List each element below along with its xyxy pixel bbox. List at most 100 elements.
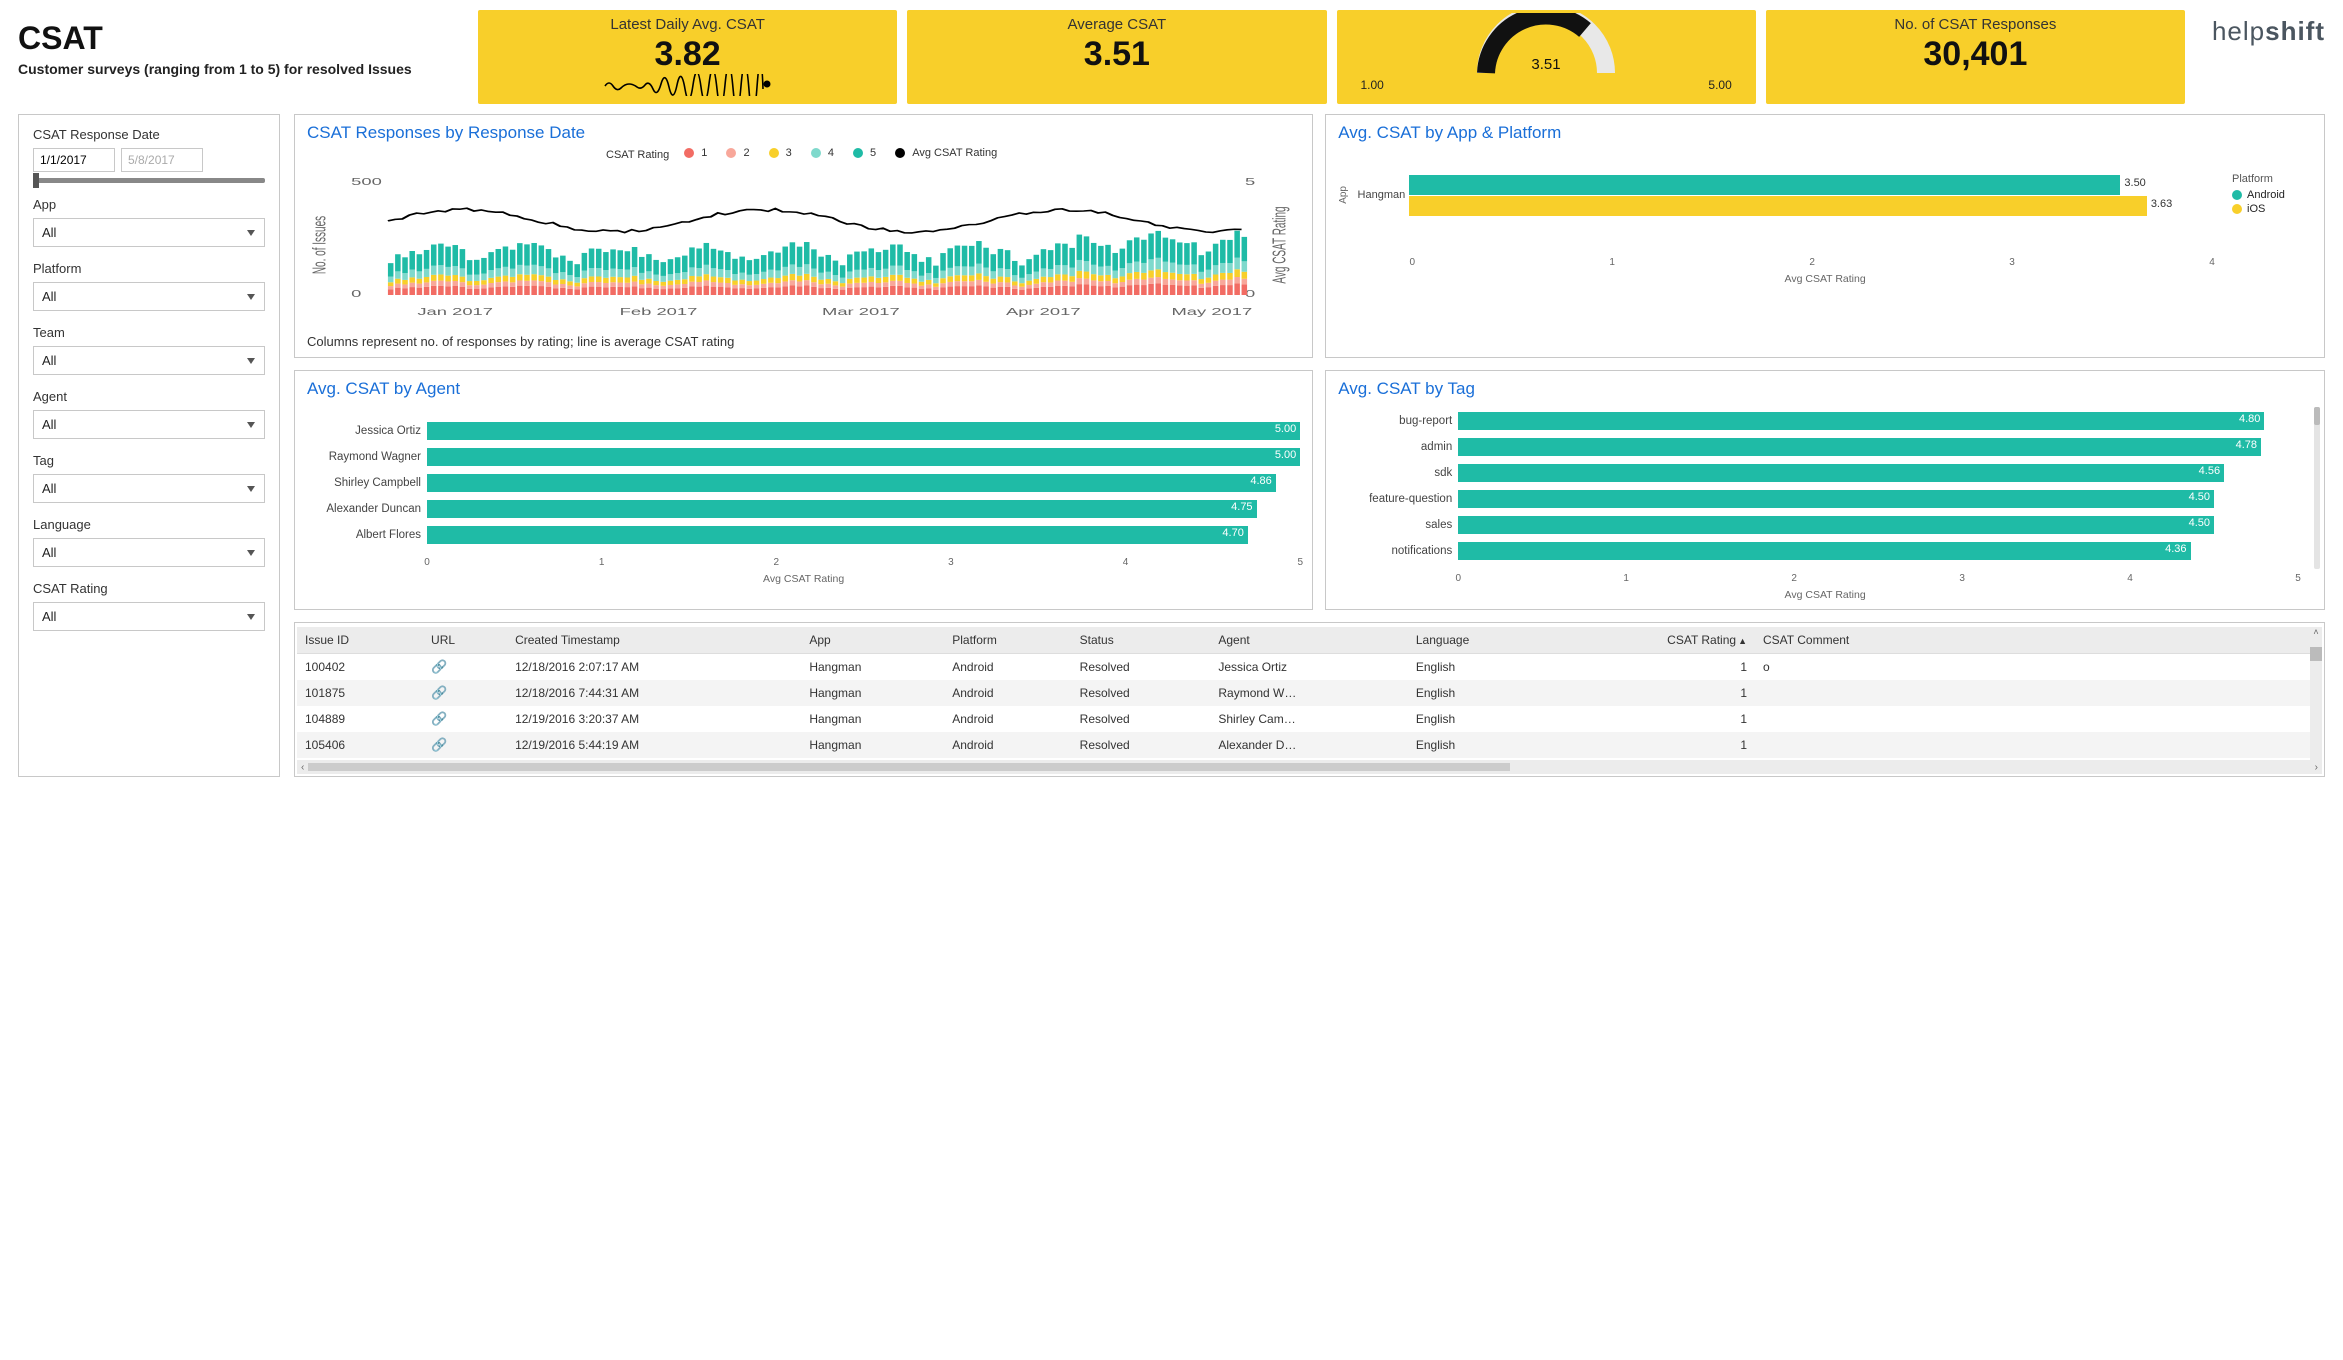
th-created[interactable]: Created Timestamp [507,627,801,654]
panel-agent-title: Avg. CSAT by Agent [307,379,1300,399]
panel-agent[interactable]: Avg. CSAT by Agent Jessica Ortiz 5.00Ray… [294,370,1313,610]
swatch-icon [2232,204,2242,214]
dot-icon [895,148,905,158]
dot-icon [726,148,736,158]
panel-table[interactable]: Issue ID URL Created Timestamp App Platf… [294,622,2325,777]
svg-text:May 2017: May 2017 [1171,307,1252,318]
bar-row: Shirley Campbell 4.86 [307,471,1300,495]
filter-app-select[interactable]: All [33,218,265,247]
logo-suffix: shift [2265,16,2325,46]
filter-platform-value: All [42,289,56,304]
swatch-icon [2232,190,2242,200]
th-app[interactable]: App [801,627,944,654]
chevron-up-icon: ˄ [2310,627,2322,637]
th-url[interactable]: URL [423,627,507,654]
svg-text:Jan 2017: Jan 2017 [417,307,493,318]
table-row[interactable]: 101875🔗 12/18/2016 7:44:31 AMHangmanAndr… [297,680,2322,706]
tag-scrollbar[interactable] [2314,407,2320,569]
bar-row: Albert Flores 4.70 [307,523,1300,547]
link-icon[interactable]: 🔗 [431,711,447,726]
svg-text:Feb 2017: Feb 2017 [620,307,698,318]
bar-row: admin 4.78 [1338,435,2298,459]
svg-text:Apr 2017: Apr 2017 [1006,307,1081,318]
filter-platform-select[interactable]: All [33,282,265,311]
filter-language-value: All [42,545,56,560]
th-rating[interactable]: CSAT Rating▲ [1554,627,1755,654]
table-row[interactable]: 105406🔗 12/19/2016 5:44:19 AMHangmanAndr… [297,732,2322,758]
date-from-input[interactable] [33,148,115,172]
table-vscroll[interactable]: ˄ [2310,627,2322,760]
table-row[interactable]: 104889🔗 12/19/2016 3:20:37 AMHangmanAndr… [297,706,2322,732]
gauge-value: 3.51 [1532,56,1561,73]
filter-agent-value: All [42,417,56,432]
gauge-min: 1.00 [1361,78,1384,92]
kpi-average-csat: Average CSAT 3.51 [907,10,1326,104]
bar-row: Raymond Wagner 5.00 [307,445,1300,469]
page-subtitle: Customer surveys (ranging from 1 to 5) f… [18,61,458,77]
filter-app-value: All [42,225,56,240]
th-platform[interactable]: Platform [944,627,1071,654]
legend-1: 1 [701,147,707,159]
bar-row: sdk 4.56 [1338,461,2298,485]
filter-team-select[interactable]: All [33,346,265,375]
panel-platform-title: Avg. CSAT by App & Platform [1338,123,2312,143]
filter-language-label: Language [33,517,265,532]
link-icon[interactable]: 🔗 [431,659,447,674]
svg-text:500: 500 [351,177,382,188]
th-issue-id[interactable]: Issue ID [297,627,423,654]
link-icon[interactable]: 🔗 [431,737,447,752]
legend-2: 2 [743,147,749,159]
legend-5: 5 [870,147,876,159]
th-comment[interactable]: CSAT Comment [1755,627,2322,654]
date-slider[interactable] [33,178,265,183]
table-hscroll[interactable]: ‹ › [297,760,2322,774]
th-rating-text: CSAT Rating [1667,633,1736,647]
svg-text:5: 5 [1245,177,1255,188]
filter-app-label: App [33,197,265,212]
kpi-latest-value: 3.82 [488,35,887,74]
panel-tag[interactable]: Avg. CSAT by Tag bug-report 4.80admin 4.… [1325,370,2325,610]
kpi-responses-label: No. of CSAT Responses [1776,16,2175,33]
filter-platform-label: Platform [33,261,265,276]
page-title: CSAT [18,20,458,57]
th-status[interactable]: Status [1072,627,1211,654]
svg-text:0: 0 [351,289,361,300]
gauge-max: 5.00 [1708,78,1731,92]
legend-3: 3 [786,147,792,159]
dot-icon [684,148,694,158]
filter-language-select[interactable]: All [33,538,265,567]
bar-row: notifications 4.36 [1338,539,2298,563]
agent-xlabel: Avg CSAT Rating [307,573,1300,585]
filter-tag-select[interactable]: All [33,474,265,503]
filter-agent-select[interactable]: All [33,410,265,439]
bar-row: sales 4.50 [1338,513,2298,537]
panel-responses-title: CSAT Responses by Response Date [307,123,1300,143]
logo-prefix: help [2212,16,2265,46]
dot-icon [853,148,863,158]
agent-bars: Jessica Ortiz 5.00Raymond Wagner 5.00Shi… [307,413,1300,553]
filter-tag-value: All [42,481,56,496]
link-icon[interactable]: 🔗 [431,685,447,700]
date-to-input[interactable] [121,148,203,172]
platform-legend-title: Platform [2232,173,2312,185]
th-language[interactable]: Language [1408,627,1554,654]
data-table: Issue ID URL Created Timestamp App Platf… [297,627,2322,758]
table-row[interactable]: 100402🔗 12/18/2016 2:07:17 AMHangmanAndr… [297,654,2322,681]
platform-xlabel: Avg CSAT Rating [1338,273,2312,285]
panel-app-platform[interactable]: Avg. CSAT by App & Platform App Hangman … [1325,114,2325,358]
filter-rating-select[interactable]: All [33,602,265,631]
sparkline-icon [603,74,773,96]
chevron-down-icon [247,358,255,364]
panel-responses-by-date[interactable]: CSAT Responses by Response Date CSAT Rat… [294,114,1313,358]
responses-chart: No. of Issues Avg CSAT Rating 500 0 5 0 … [307,165,1300,325]
chevron-down-icon [247,422,255,428]
chevron-right-icon: › [2315,762,2318,773]
y2-axis-label: Avg CSAT Rating [1271,206,1291,283]
kpi-avg-label: Average CSAT [917,16,1316,33]
title-block: CSAT Customer surveys (ranging from 1 to… [18,10,458,77]
y-axis-label: No. of Issues [310,216,330,274]
th-agent[interactable]: Agent [1210,627,1408,654]
chevron-down-icon [247,294,255,300]
bar-row: Alexander Duncan 4.75 [307,497,1300,521]
sort-asc-icon: ▲ [1738,636,1747,646]
